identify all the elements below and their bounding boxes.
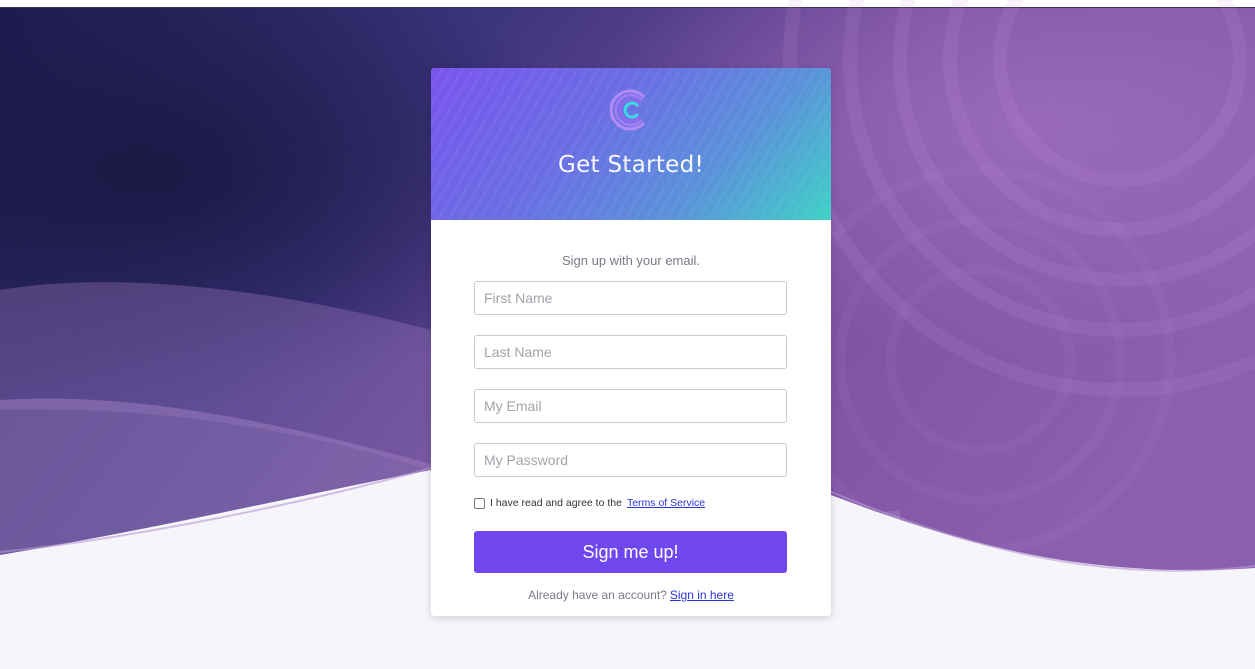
c-circle-logo-icon (609, 89, 645, 131)
last-name-input[interactable] (474, 335, 787, 369)
sign-up-button[interactable]: Sign me up! (474, 531, 787, 573)
signup-page: Get Started! Sign up with your email. I … (0, 0, 1255, 669)
page-title: Get Started! (557, 152, 705, 178)
signin-text: Already have an account? (528, 588, 667, 602)
form-subtitle: Sign up with your email. (561, 253, 700, 268)
sign-in-link[interactable]: Sign in here (670, 588, 734, 602)
email-input[interactable] (474, 389, 787, 423)
signin-row: Already have an account? Sign in here (431, 588, 831, 602)
terms-of-service-link[interactable]: Terms of Service (627, 497, 705, 509)
first-name-input[interactable] (474, 281, 787, 315)
card-header: Get Started! (431, 68, 831, 220)
signup-card: Get Started! Sign up with your email. I … (431, 68, 831, 616)
password-input[interactable] (474, 443, 787, 477)
terms-checkbox[interactable] (474, 497, 485, 509)
terms-row: I have read and agree to the Terms of Se… (474, 495, 705, 511)
terms-text: I have read and agree to the (490, 497, 622, 509)
